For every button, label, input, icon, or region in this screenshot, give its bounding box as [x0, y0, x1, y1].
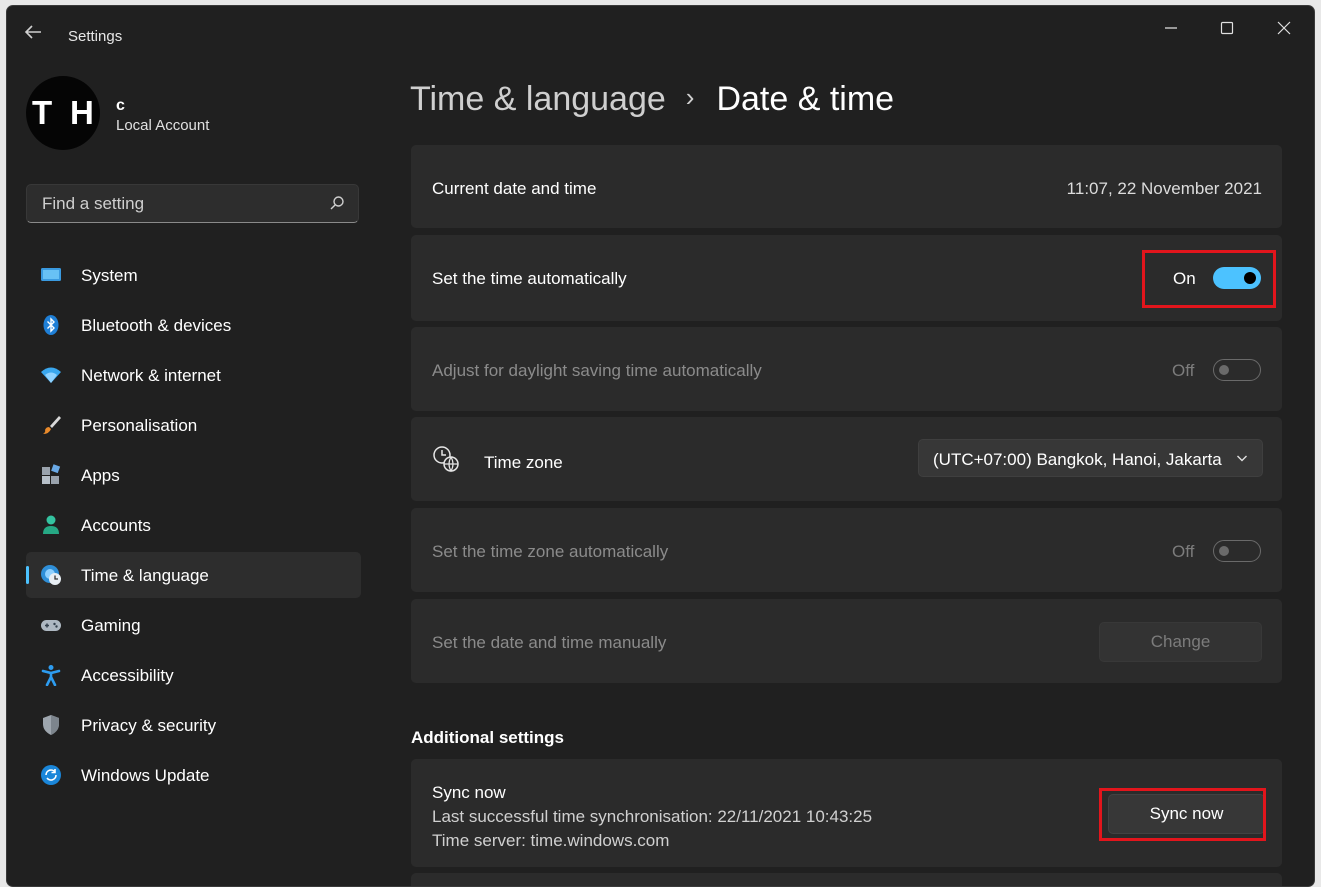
sidebar-item-label: Windows Update [81, 766, 210, 785]
minimize-button[interactable] [1156, 16, 1186, 40]
avatar-initial-right: H [70, 94, 94, 131]
sidebar-item-windows-update[interactable]: Windows Update [26, 752, 361, 798]
next-card-partial [411, 873, 1282, 886]
sidebar-item-gaming[interactable]: Gaming [26, 602, 361, 648]
daylight-card: Adjust for daylight saving time automati… [411, 327, 1282, 411]
settings-window: Settings T H c Local Account System [6, 5, 1315, 887]
sidebar-item-label: Bluetooth & devices [81, 316, 232, 335]
sidebar-nav: System Bluetooth & devices Network & int… [26, 252, 361, 802]
sidebar-item-privacy[interactable]: Privacy & security [26, 702, 361, 748]
sidebar-item-label: Apps [81, 466, 120, 485]
sidebar-item-label: Accounts [81, 516, 151, 535]
time-server-text: Time server: time.windows.com [432, 831, 670, 850]
highlight-box-sync [1099, 788, 1266, 841]
apps-icon [42, 464, 61, 484]
user-name: c [116, 97, 125, 114]
sidebar-item-accounts[interactable]: Accounts [26, 502, 361, 548]
sidebar-item-apps[interactable]: Apps [26, 452, 361, 498]
time-zone-icon [433, 446, 459, 473]
avatar-initial-left: T [32, 94, 53, 131]
current-datetime-value: 11:07, 22 November 2021 [1066, 179, 1262, 198]
breadcrumb-separator: › [685, 82, 695, 112]
close-button[interactable] [1269, 16, 1299, 40]
breadcrumb: Time & language › Date & time [410, 80, 894, 119]
time-zone-card: Time zone (UTC+07:00) Bangkok, Hanoi, Ja… [411, 417, 1282, 501]
brush-icon [43, 416, 61, 434]
sidebar-item-system[interactable]: System [26, 252, 361, 298]
auto-timezone-toggle[interactable] [1213, 540, 1261, 562]
avatar[interactable]: T H [26, 76, 100, 150]
system-icon [41, 268, 61, 281]
shield-icon [43, 715, 59, 735]
chevron-down-icon [1237, 455, 1247, 462]
sidebar-item-time-language[interactable]: Time & language [26, 552, 361, 598]
time-zone-label: Time zone [484, 453, 563, 472]
daylight-state: Off [1172, 361, 1195, 380]
time-zone-value: (UTC+07:00) Bangkok, Hanoi, Jakarta [933, 450, 1222, 469]
current-datetime-card: Current date and time 11:07, 22 November… [411, 145, 1282, 228]
auto-timezone-state: Off [1172, 542, 1195, 561]
auto-timezone-label: Set the time zone automatically [432, 542, 669, 561]
sidebar-item-label: System [81, 266, 138, 285]
active-indicator [26, 566, 29, 584]
title-bar: Settings [7, 6, 1314, 48]
sidebar-item-label: Gaming [81, 616, 141, 635]
page-title: Date & time [716, 80, 895, 118]
time-zone-dropdown[interactable]: (UTC+07:00) Bangkok, Hanoi, Jakarta [918, 439, 1263, 477]
sidebar-item-label: Network & internet [81, 366, 221, 385]
toggle-knob [1219, 546, 1229, 556]
search-box[interactable] [26, 184, 359, 223]
highlight-box-auto-time [1142, 250, 1276, 308]
last-sync-text: Last successful time synchronisation: 22… [432, 807, 873, 826]
search-icon[interactable] [329, 195, 345, 211]
sidebar-item-label: Personalisation [81, 416, 198, 435]
daylight-toggle[interactable] [1213, 359, 1261, 381]
update-icon [41, 765, 61, 785]
accessibility-icon [41, 665, 61, 686]
sidebar-item-accessibility[interactable]: Accessibility [26, 652, 361, 698]
manual-datetime-label: Set the date and time manually [432, 633, 667, 652]
wifi-icon [41, 367, 61, 383]
sync-title: Sync now [432, 783, 506, 802]
search-input[interactable] [40, 193, 314, 215]
auto-time-label: Set the time automatically [432, 269, 627, 288]
person-icon [43, 515, 59, 534]
manual-datetime-card: Set the date and time manually Change [411, 599, 1282, 683]
bluetooth-icon [43, 315, 59, 335]
maximize-icon [1220, 21, 1234, 35]
sidebar-item-network[interactable]: Network & internet [26, 352, 361, 398]
sidebar-item-label: Privacy & security [81, 716, 217, 735]
close-icon [1277, 21, 1291, 35]
back-arrow-icon [24, 25, 41, 39]
gamepad-icon [41, 620, 61, 631]
sidebar-item-bluetooth[interactable]: Bluetooth & devices [26, 302, 361, 348]
current-datetime-label: Current date and time [432, 179, 597, 198]
daylight-label: Adjust for daylight saving time automati… [432, 361, 762, 380]
sidebar-item-label: Accessibility [81, 666, 174, 685]
maximize-button[interactable] [1212, 16, 1242, 40]
minimize-icon [1165, 27, 1177, 29]
sidebar-item-personalisation[interactable]: Personalisation [26, 402, 361, 448]
toggle-knob [1219, 365, 1229, 375]
account-type: Local Account [116, 117, 210, 134]
sidebar-item-label: Time & language [81, 566, 209, 585]
additional-settings-heading: Additional settings [411, 728, 564, 747]
app-title: Settings [68, 28, 123, 45]
back-button[interactable] [23, 22, 49, 48]
globe-clock-icon [41, 565, 61, 585]
auto-timezone-card: Set the time zone automatically Off [411, 508, 1282, 592]
change-button[interactable]: Change [1099, 622, 1262, 662]
breadcrumb-parent[interactable]: Time & language [410, 80, 666, 118]
